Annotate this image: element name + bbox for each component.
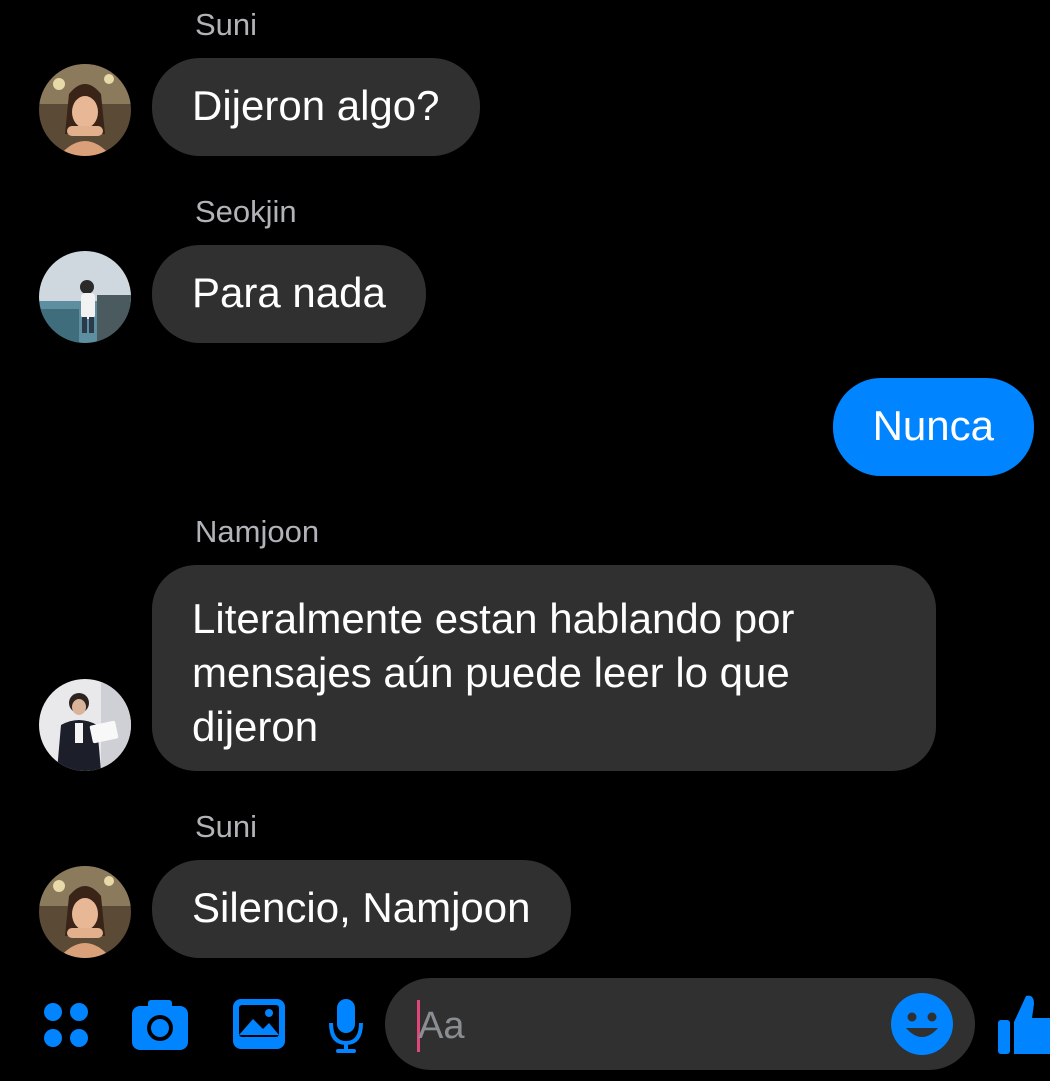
sender-name: Seokjin — [195, 194, 297, 229]
suni-avatar[interactable] — [39, 866, 131, 958]
thumbs-up-icon[interactable] — [996, 992, 1050, 1056]
suni-avatar[interactable] — [39, 64, 131, 156]
namjoon-avatar[interactable] — [39, 679, 131, 771]
message-bubble[interactable]: Silencio, Namjoon — [152, 860, 571, 958]
seokjin-avatar-icon — [39, 251, 131, 343]
emoji-icon[interactable] — [890, 992, 954, 1056]
suni-avatar-icon — [39, 64, 131, 156]
gallery-icon[interactable] — [231, 997, 287, 1051]
sender-name: Suni — [195, 809, 258, 844]
camera-icon[interactable] — [130, 998, 190, 1052]
message-input[interactable]: Aa — [385, 978, 975, 1070]
message-bubble[interactable]: Literalmente estan hablando por mensajes… — [152, 565, 936, 771]
apps-icon[interactable] — [42, 1001, 90, 1049]
seokjin-avatar[interactable] — [39, 251, 131, 343]
microphone-icon[interactable] — [327, 997, 365, 1055]
message-bubble[interactable]: Dijeron algo? — [152, 58, 480, 156]
my-message-bubble[interactable]: Nunca — [832, 378, 1034, 476]
message-bubble[interactable]: Para nada — [152, 245, 426, 343]
sender-name: Suni — [195, 7, 258, 42]
message-input-placeholder: Aa — [418, 1005, 465, 1047]
composer-bar: Aa — [0, 978, 1050, 1074]
namjoon-avatar-icon — [39, 679, 131, 771]
sender-name: Namjoon — [195, 514, 320, 549]
suni-avatar-icon — [39, 866, 131, 958]
